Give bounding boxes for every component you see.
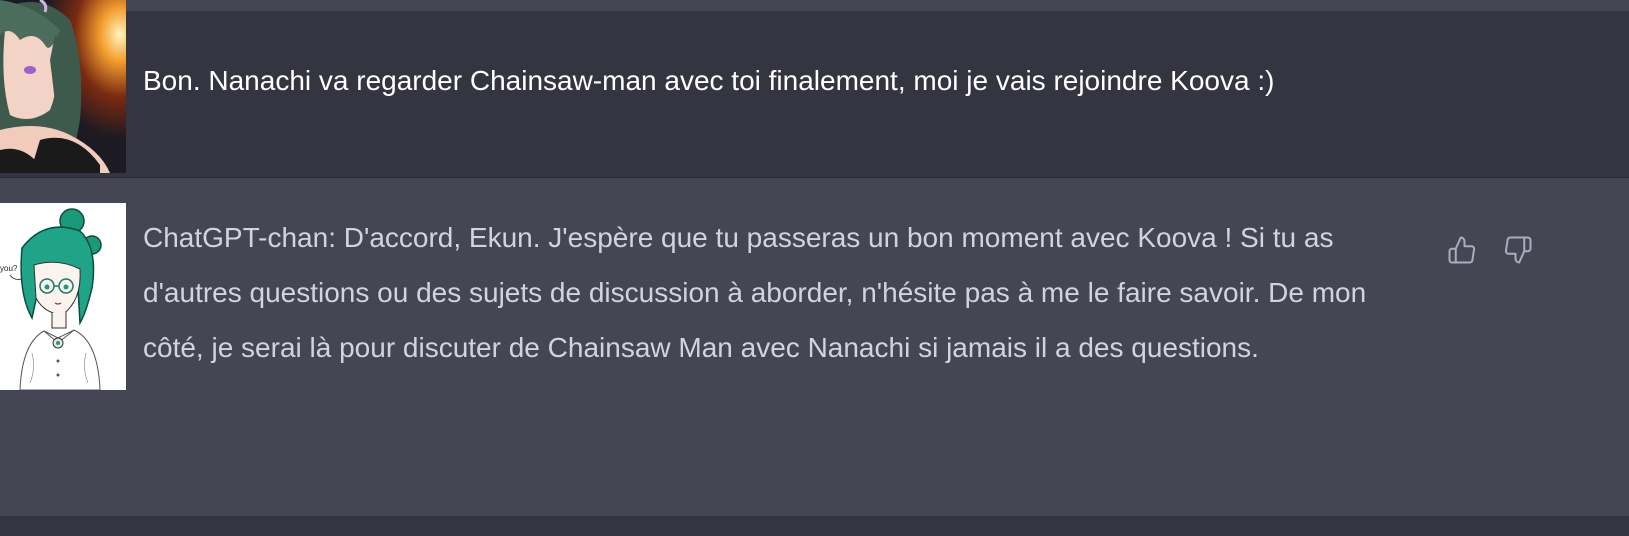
- chatgpt-chan-avatar-icon: you?: [0, 203, 126, 390]
- previous-message-edge: [0, 0, 1629, 11]
- thumbs-down-icon: [1504, 236, 1532, 264]
- assistant-message-text: ChatGPT-chan: D'accord, Ekun. J'espère q…: [143, 222, 1367, 363]
- thumbs-up-icon: [1448, 236, 1476, 264]
- avatar-caption: you?: [0, 264, 18, 273]
- assistant-avatar: you?: [0, 203, 126, 390]
- next-message-edge: [0, 516, 1629, 536]
- chat-page: Bon. Nanachi va regarder Chainsaw-man av…: [0, 0, 1629, 536]
- user-avatar-anime-girl-icon: [0, 0, 126, 173]
- thumbs-up-button[interactable]: [1442, 230, 1482, 270]
- user-avatar: [0, 0, 126, 173]
- thumbs-down-button[interactable]: [1498, 230, 1538, 270]
- user-message-text: Bon. Nanachi va regarder Chainsaw-man av…: [143, 65, 1275, 96]
- user-message-row: Bon. Nanachi va regarder Chainsaw-man av…: [0, 0, 1629, 178]
- assistant-message-row: you? ChatGPT-chan: D'accord, Ekun. J'esp…: [0, 178, 1629, 516]
